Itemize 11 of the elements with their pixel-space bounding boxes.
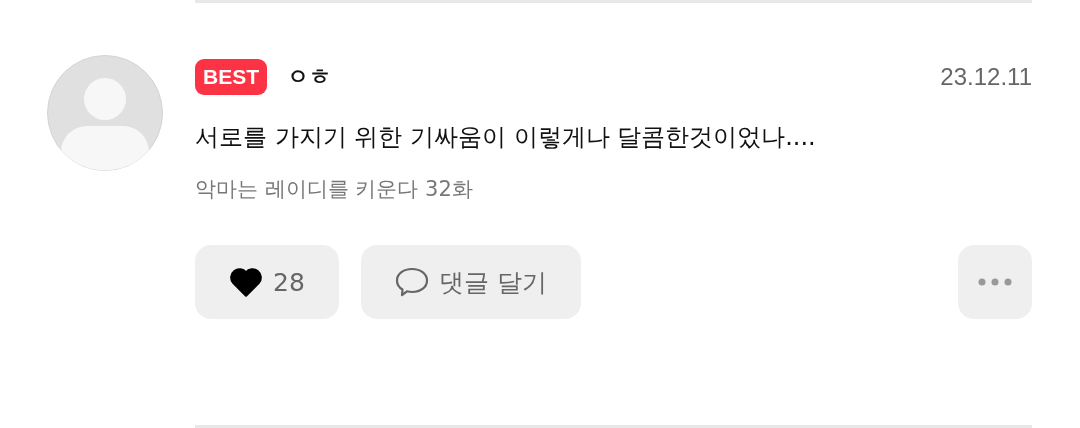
episode-title: 악마는 레이디를 키운다 32화	[195, 176, 474, 203]
comment-text: 서로를 가지기 위한 기싸움이 이렇게나 달콤한것이었나....	[195, 122, 817, 153]
reply-button[interactable]: 댓글 달기	[360, 245, 581, 319]
comment-date: 23.12.11	[940, 63, 1032, 91]
author-name: ㅇㅎ	[287, 63, 331, 91]
heart-icon	[229, 267, 263, 297]
like-button[interactable]: 28	[195, 245, 339, 319]
more-button[interactable]	[958, 245, 1032, 319]
more-icon	[978, 278, 1012, 286]
best-badge: BEST	[195, 59, 267, 95]
speech-bubble-icon	[394, 266, 429, 298]
